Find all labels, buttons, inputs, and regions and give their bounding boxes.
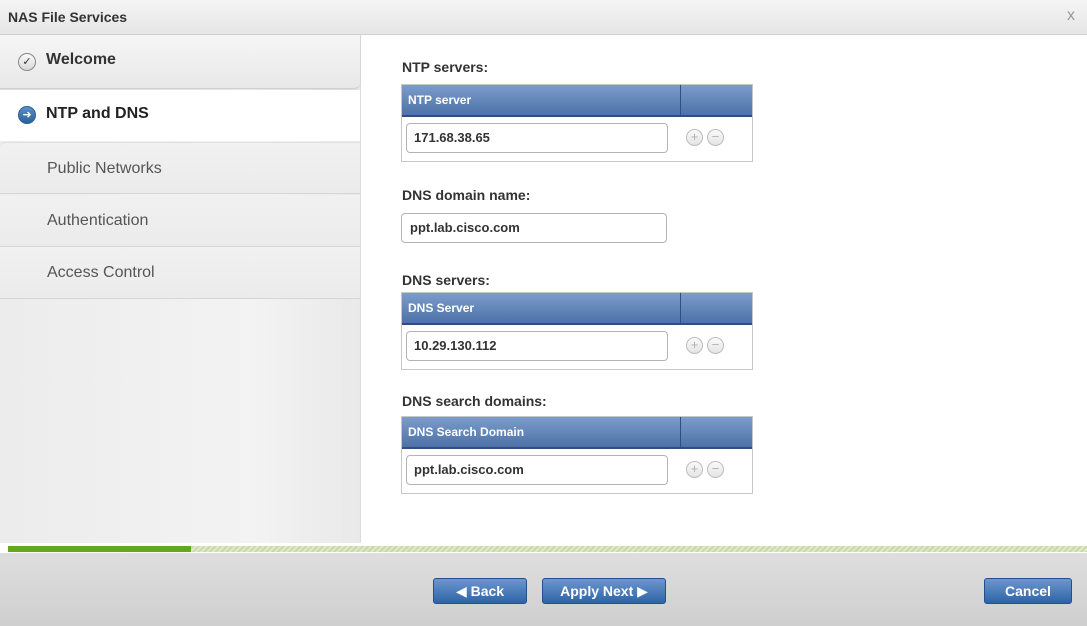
dns-search-domain-input[interactable]: ppt.lab.cisco.com bbox=[406, 455, 668, 485]
add-row-icon[interactable]: + bbox=[686, 337, 703, 354]
sidebar-item-access-control[interactable]: Access Control bbox=[0, 247, 360, 299]
wizard-step-sidebar: ✓ Welcome ➜ NTP and DNS Public Networks … bbox=[0, 35, 361, 543]
sidebar-item-authentication[interactable]: Authentication bbox=[0, 195, 360, 247]
dns-domain-name-label: DNS domain name: bbox=[402, 187, 531, 203]
progress-fill bbox=[8, 546, 192, 552]
wizard-progress-bar bbox=[8, 546, 1087, 552]
sidebar-item-label: NTP and DNS bbox=[46, 105, 149, 122]
sidebar-item-label: Authentication bbox=[47, 212, 149, 229]
sidebar-item-public-networks[interactable]: Public Networks bbox=[0, 142, 360, 194]
ntp-server-column-header: NTP server bbox=[408, 93, 472, 107]
ntp-grid-row: 171.68.38.65 + − bbox=[402, 117, 752, 161]
dns-grid-row: 10.29.130.112 + − bbox=[402, 325, 752, 369]
column-divider bbox=[680, 417, 681, 447]
dns-search-domains-label: DNS search domains: bbox=[402, 393, 547, 409]
add-row-icon[interactable]: + bbox=[686, 129, 703, 146]
sidebar-item-ntp-and-dns[interactable]: ➜ NTP and DNS bbox=[0, 90, 360, 141]
dns-search-grid-header: DNS Search Domain bbox=[402, 417, 752, 449]
dns-search-domains-grid: DNS Search Domain ppt.lab.cisco.com + − bbox=[401, 416, 753, 494]
sidebar-item-label: Welcome bbox=[46, 51, 116, 68]
remove-row-icon[interactable]: − bbox=[707, 461, 724, 478]
title-bar: NAS File Services x bbox=[0, 0, 1087, 35]
dns-search-grid-row: ppt.lab.cisco.com + − bbox=[402, 449, 752, 493]
dns-grid-header: DNS Server bbox=[402, 293, 752, 325]
column-divider bbox=[680, 85, 681, 115]
dns-servers-label: DNS servers: bbox=[402, 272, 490, 288]
remove-row-icon[interactable]: − bbox=[707, 337, 724, 354]
close-icon[interactable]: x bbox=[1067, 7, 1075, 25]
remove-row-icon[interactable]: − bbox=[707, 129, 724, 146]
dns-servers-grid: DNS Server 10.29.130.112 + − bbox=[401, 292, 753, 370]
add-row-icon[interactable]: + bbox=[686, 461, 703, 478]
check-circle-icon: ✓ bbox=[18, 53, 36, 71]
ntp-dns-form: NTP servers: NTP server 171.68.38.65 + −… bbox=[361, 35, 1087, 543]
wizard-footer: ◀ Back Apply Next ▶ Cancel bbox=[0, 553, 1087, 626]
dns-search-domain-column-header: DNS Search Domain bbox=[408, 425, 525, 439]
ntp-grid-header: NTP server bbox=[402, 85, 752, 117]
column-divider bbox=[680, 293, 681, 323]
ntp-servers-grid: NTP server 171.68.38.65 + − bbox=[401, 84, 753, 162]
sidebar-item-welcome[interactable]: ✓ Welcome bbox=[0, 35, 360, 89]
sidebar-item-label: Public Networks bbox=[47, 160, 162, 177]
dns-domain-name-input[interactable]: ppt.lab.cisco.com bbox=[401, 213, 667, 243]
arrow-circle-icon: ➜ bbox=[18, 106, 36, 124]
dns-server-column-header: DNS Server bbox=[408, 301, 475, 315]
window-title: NAS File Services bbox=[8, 9, 128, 25]
back-button[interactable]: ◀ Back bbox=[433, 578, 527, 604]
cancel-button[interactable]: Cancel bbox=[984, 578, 1072, 604]
ntp-server-input[interactable]: 171.68.38.65 bbox=[406, 123, 668, 153]
sidebar-item-label: Access Control bbox=[47, 264, 155, 281]
ntp-servers-label: NTP servers: bbox=[402, 59, 489, 75]
dns-server-input[interactable]: 10.29.130.112 bbox=[406, 331, 668, 361]
apply-next-button[interactable]: Apply Next ▶ bbox=[542, 578, 666, 604]
